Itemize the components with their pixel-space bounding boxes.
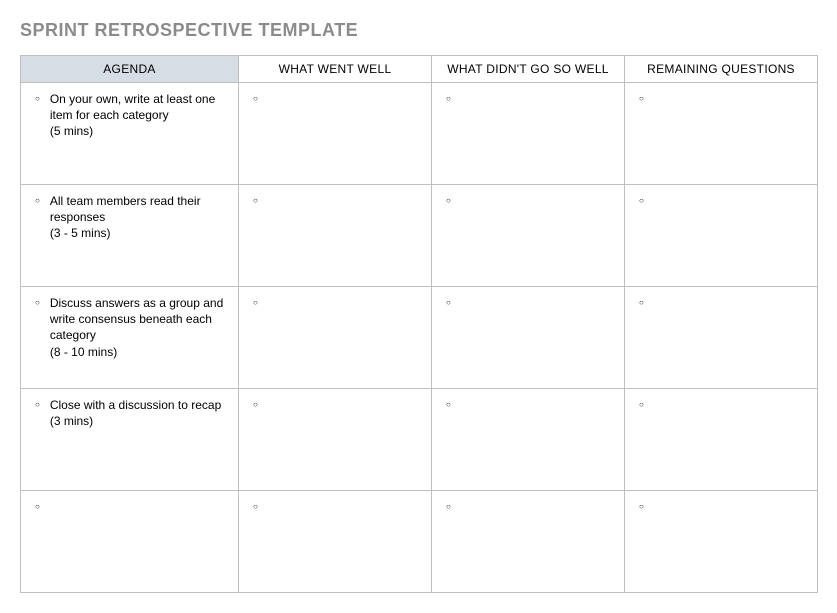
bullet-icon: ○ [635, 193, 644, 209]
header-agenda: AGENDA [21, 56, 239, 83]
agenda-item-text: Discuss answers as a group and write con… [50, 296, 223, 342]
agenda-text: All team members read their responses (3… [50, 193, 228, 242]
table-row: ○ ○ ○ [21, 491, 818, 593]
agenda-cell: ○ [21, 491, 239, 593]
bullet-icon: ○ [442, 499, 451, 515]
bullet-icon: ○ [249, 91, 258, 107]
bullet-icon: ○ [635, 295, 644, 311]
bullet-icon: ○ [442, 91, 451, 107]
bullet-icon: ○ [31, 295, 40, 311]
bullet-icon: ○ [31, 193, 40, 209]
agenda-duration: (5 mins) [50, 123, 228, 139]
agenda-item-text: All team members read their responses [50, 194, 201, 224]
not-well-cell: ○ [432, 287, 625, 389]
agenda-cell: ○ On your own, write at least one item f… [21, 83, 239, 185]
retro-table: AGENDA WHAT WENT WELL WHAT DIDN'T GO SO … [20, 55, 818, 593]
bullet-icon: ○ [31, 91, 40, 107]
went-well-cell: ○ [239, 389, 432, 491]
remaining-cell: ○ [625, 287, 818, 389]
went-well-cell: ○ [239, 83, 432, 185]
bullet-icon: ○ [635, 499, 644, 515]
not-well-cell: ○ [432, 83, 625, 185]
bullet-icon: ○ [249, 397, 258, 413]
remaining-cell: ○ [625, 491, 818, 593]
went-well-cell: ○ [239, 287, 432, 389]
bullet-icon: ○ [635, 397, 644, 413]
bullet-icon: ○ [31, 499, 40, 515]
table-body: ○ On your own, write at least one item f… [21, 83, 818, 593]
bullet-icon: ○ [249, 295, 258, 311]
page-title: SPRINT RETROSPECTIVE TEMPLATE [20, 20, 817, 41]
agenda-text: Discuss answers as a group and write con… [50, 295, 228, 360]
not-well-cell: ○ [432, 185, 625, 287]
table-row: ○ Discuss answers as a group and write c… [21, 287, 818, 389]
went-well-cell: ○ [239, 491, 432, 593]
bullet-icon: ○ [249, 499, 258, 515]
table-row: ○ All team members read their responses … [21, 185, 818, 287]
table-row: ○ On your own, write at least one item f… [21, 83, 818, 185]
agenda-item-text: On your own, write at least one item for… [50, 92, 215, 122]
agenda-cell: ○ All team members read their responses … [21, 185, 239, 287]
agenda-text: Close with a discussion to recap (3 mins… [50, 397, 228, 429]
remaining-cell: ○ [625, 389, 818, 491]
agenda-duration: (8 - 10 mins) [50, 344, 228, 360]
agenda-duration: (3 mins) [50, 413, 228, 429]
agenda-duration: (3 - 5 mins) [50, 225, 228, 241]
agenda-text: On your own, write at least one item for… [50, 91, 228, 140]
header-went-well: WHAT WENT WELL [239, 56, 432, 83]
bullet-icon: ○ [249, 193, 258, 209]
bullet-icon: ○ [31, 397, 40, 413]
bullet-icon: ○ [442, 193, 451, 209]
table-header-row: AGENDA WHAT WENT WELL WHAT DIDN'T GO SO … [21, 56, 818, 83]
bullet-icon: ○ [442, 295, 451, 311]
bullet-icon: ○ [635, 91, 644, 107]
header-remaining: REMAINING QUESTIONS [625, 56, 818, 83]
remaining-cell: ○ [625, 83, 818, 185]
remaining-cell: ○ [625, 185, 818, 287]
agenda-cell: ○ Close with a discussion to recap (3 mi… [21, 389, 239, 491]
not-well-cell: ○ [432, 389, 625, 491]
header-not-well: WHAT DIDN'T GO SO WELL [432, 56, 625, 83]
agenda-cell: ○ Discuss answers as a group and write c… [21, 287, 239, 389]
not-well-cell: ○ [432, 491, 625, 593]
agenda-item-text: Close with a discussion to recap [50, 398, 221, 412]
table-row: ○ Close with a discussion to recap (3 mi… [21, 389, 818, 491]
went-well-cell: ○ [239, 185, 432, 287]
bullet-icon: ○ [442, 397, 451, 413]
